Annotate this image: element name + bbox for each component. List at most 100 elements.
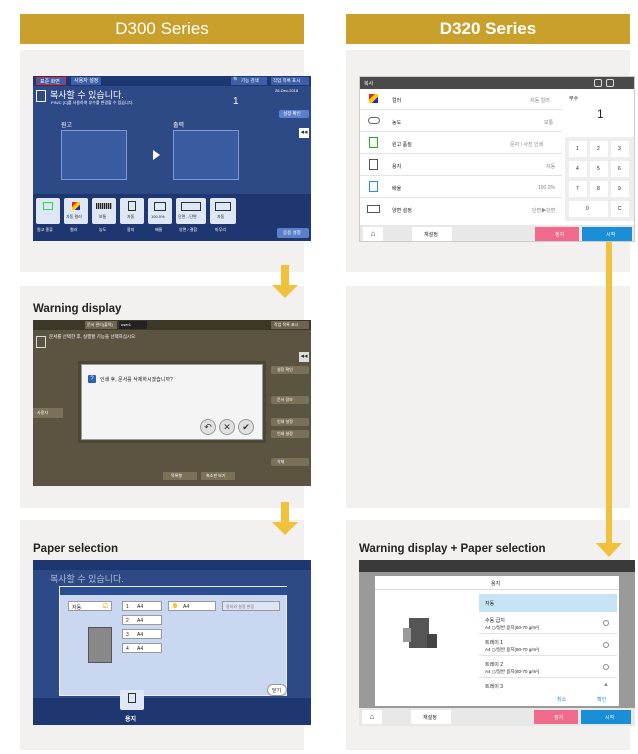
finishing-button[interactable]: 자동: [210, 198, 236, 224]
d300-warning-screen: 문서 관리(출력) user1 작업 목록 표시 문서를 선택한 후, 실행할 …: [33, 320, 311, 486]
original-quality-icon: [369, 137, 378, 148]
paper-item-auto[interactable]: 자동: [479, 594, 617, 612]
chevron-up-icon: ▲: [603, 682, 609, 688]
function-search-button[interactable]: 🔍 기능 검색: [231, 77, 267, 85]
delete-button[interactable]: 삭제: [271, 458, 309, 466]
tray-3-button[interactable]: 3 A4: [122, 629, 162, 639]
copies-display: 부수 1: [565, 91, 634, 131]
settings-icon: [603, 620, 609, 626]
d320-series-header: D320 Series: [346, 14, 630, 44]
original-preview: [61, 130, 127, 180]
collapse-icon[interactable]: ◂◂: [299, 128, 309, 138]
key-5[interactable]: 5: [590, 161, 608, 177]
settings-check-button[interactable]: 설정 확인: [271, 366, 309, 374]
setting-row-color[interactable]: 컬러 자동 컬러: [360, 89, 562, 110]
paper-item-tray-1[interactable]: 트레이 1 A4 ◻/일반 용지(60-70 g/m²): [479, 636, 617, 656]
tray-4-button[interactable]: 4 A4: [122, 643, 162, 653]
user-field: user1: [119, 321, 147, 329]
start-button[interactable]: 시작: [582, 227, 632, 241]
delete-confirm-dialog: ? 인쇄 후, 문서를 삭제하시겠습니까? ↶ ✕ ✔: [81, 364, 263, 440]
key-7[interactable]: 7: [569, 181, 587, 197]
duplex-icon: [181, 202, 201, 211]
d320-main-screen: 복사 컬러 자동 컬러 농도 보통 원고 품질 문자 / 사진 인쇄 용지 자동…: [359, 76, 635, 242]
key-3[interactable]: 3: [611, 141, 629, 157]
color-icon: [369, 94, 378, 103]
list-view-button[interactable]: 목록형: [163, 472, 197, 480]
job-list-button[interactable]: 작업 목록 표시: [271, 321, 309, 329]
apply-settings-button[interactable]: 응용 설정: [277, 228, 309, 238]
duplex-button[interactable]: 단면→단면: [176, 198, 206, 224]
home-icon[interactable]: ⌂: [362, 710, 382, 724]
paper-item-tray-2[interactable]: 트레이 2 A4 ◻/일반 용지(60-70 g/m²): [479, 658, 617, 678]
color-icon: [72, 202, 80, 210]
panel-d320-empty: [346, 286, 630, 508]
key-1[interactable]: 1: [569, 141, 587, 157]
key-4[interactable]: 4: [569, 161, 587, 177]
tray-2-button[interactable]: 2 A4: [122, 615, 162, 625]
notification-icon[interactable]: [594, 79, 602, 87]
document-icon: [36, 90, 46, 102]
close-button[interactable]: 닫기: [267, 684, 287, 696]
reset-button[interactable]: 재설정: [411, 710, 451, 724]
collapse-icon[interactable]: ◂◂: [299, 352, 309, 362]
setting-row-duplex[interactable]: 양면 설정 단면▶단면: [360, 199, 562, 220]
printer-illustration: [403, 618, 437, 650]
setting-row-density[interactable]: 농도 보통: [360, 111, 562, 132]
close-icon[interactable]: ✕: [219, 419, 235, 435]
arrow-down-icon: [272, 502, 298, 538]
key-8[interactable]: 8: [590, 181, 608, 197]
paper-button-selected[interactable]: [120, 690, 144, 710]
key-0[interactable]: 0: [569, 201, 608, 217]
output-label: 출력: [173, 123, 185, 129]
arrow-down-icon: [272, 265, 298, 301]
color-button[interactable]: 자동 컬러: [64, 198, 88, 224]
zoom-icon: [369, 181, 378, 192]
duplex-icon: [367, 205, 380, 213]
stop-button[interactable]: 정지: [535, 227, 579, 241]
original-type-button[interactable]: [36, 198, 60, 224]
settings-icon[interactable]: [606, 79, 614, 87]
print-settings-button-2[interactable]: 인쇄 설정: [271, 430, 309, 438]
ok-button[interactable]: 확인: [597, 696, 606, 703]
auto-tray-button[interactable]: 자동 ☑: [68, 601, 112, 611]
setting-row-original-quality[interactable]: 원고 품질 문자 / 사진 인쇄: [360, 133, 562, 154]
check-icon: ☑: [102, 604, 108, 610]
paper-selection-title: Paper selection: [33, 543, 119, 555]
tray-1-button[interactable]: 1 A4: [122, 601, 162, 611]
setting-row-paper[interactable]: 용지 자동: [360, 155, 562, 176]
key-2[interactable]: 2: [590, 141, 608, 157]
back-icon[interactable]: ↶: [200, 419, 216, 435]
key-6[interactable]: 6: [611, 161, 629, 177]
zoom-button[interactable]: 100.0%: [148, 198, 172, 224]
setting-row-zoom[interactable]: 배율 100.0%: [360, 177, 562, 198]
copies-count: 1: [233, 96, 239, 107]
start-button[interactable]: 시작: [581, 710, 631, 724]
bypass-tray-button[interactable]: 🖐 A4: [168, 601, 216, 611]
d300-series-header: D300 Series: [20, 14, 304, 44]
thumbnail-view-button[interactable]: 축소판 보기: [201, 472, 235, 480]
document-icon: [36, 336, 46, 348]
reset-button[interactable]: 재설정: [412, 227, 452, 241]
paper-item-bypass[interactable]: 수동 급지 A4 ◻/일반 용지(60-70 g/m²): [479, 614, 617, 634]
key-9[interactable]: 9: [611, 181, 629, 197]
finishing-icon: [215, 202, 231, 211]
tab-user-settings[interactable]: 사용자 설정: [71, 77, 101, 85]
check-icon[interactable]: ✔: [238, 419, 254, 435]
cancel-button[interactable]: 취소: [557, 696, 566, 703]
paper-button[interactable]: 자동: [120, 198, 144, 224]
document-info-button[interactable]: 문서 정보: [271, 396, 309, 404]
paper-settings-field[interactable]: 용지와 설정 변경: [222, 601, 280, 611]
keypad: 1 2 3 4 5 6 7 8 9 0 C: [565, 137, 634, 221]
paper-item-tray-3[interactable]: 트레이 3 ▲: [479, 680, 617, 692]
print-settings-button[interactable]: 인쇄 설정: [271, 418, 309, 426]
tab-standard[interactable]: 표준 화면: [36, 77, 66, 85]
job-list-button[interactable]: 작업 목록 표시: [271, 77, 309, 85]
stop-button[interactable]: 정지: [534, 710, 578, 724]
settings-check-button[interactable]: 설정 확인: [279, 110, 309, 118]
d320-paper-screen: 용지 자동 수동 급지 A4 ◻/일반 용지(60-70 g/m²) 트레이 1A…: [359, 560, 635, 726]
key-clear[interactable]: C: [611, 201, 629, 217]
tab-document-output[interactable]: 문서 관리(출력): [85, 321, 117, 329]
home-icon[interactable]: ⌂: [363, 227, 383, 241]
density-button[interactable]: 보통: [92, 198, 116, 224]
side-button-left[interactable]: 사용자: [33, 408, 63, 418]
